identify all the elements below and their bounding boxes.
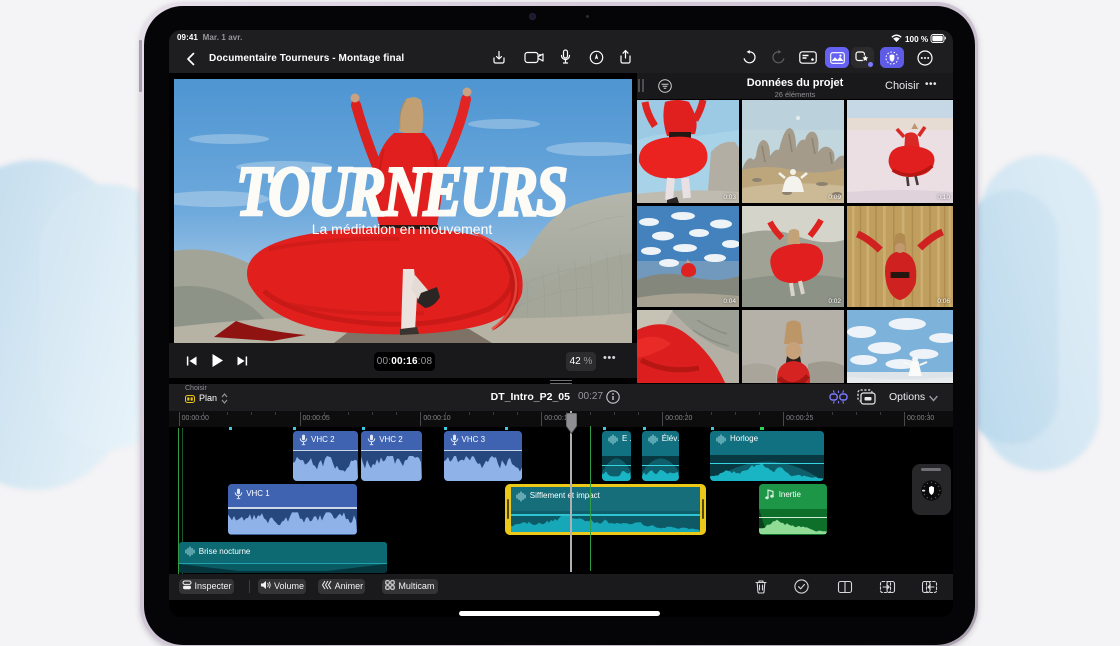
svg-text:TOURNEURS: TOURNEURS [236, 152, 566, 231]
svg-text:100 %: 100 % [905, 35, 929, 43]
svg-text:La méditation en mouvement: La méditation en mouvement [311, 221, 492, 237]
